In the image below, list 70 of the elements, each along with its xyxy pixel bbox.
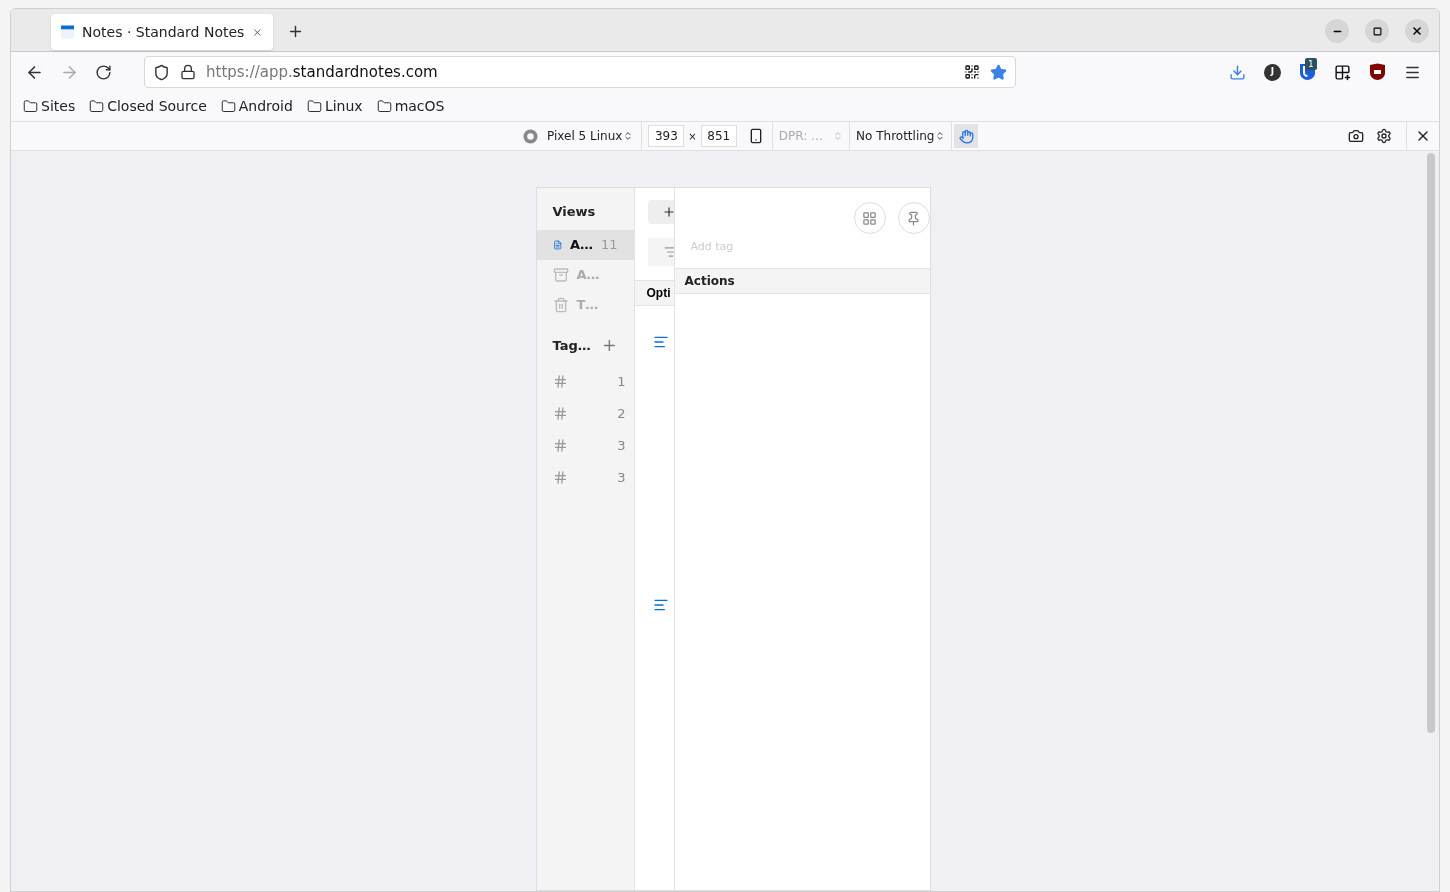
folder-icon [376,99,392,114]
height-field[interactable]: 851 [700,125,737,147]
new-tab-icon[interactable] [287,23,304,40]
tab-favicon-icon [61,24,75,40]
browser-logo-icon [523,128,538,144]
shield-icon[interactable] [153,63,170,81]
avatar-icon[interactable]: J [1264,63,1281,81]
updown-icon [935,131,946,141]
bookmark-item[interactable]: macOS [394,96,445,117]
hash-icon [552,438,568,453]
trash-icon [552,297,569,313]
section-title: Tag… [552,337,591,355]
extension-badge: 1 [1305,58,1317,70]
extensions-icon[interactable] [1334,63,1351,81]
bookmark-item[interactable]: Linux [324,96,363,117]
hash-icon [552,470,568,485]
note-icon [552,237,562,253]
view-count: 11 [600,236,618,255]
url-text: https://app.standardnotes.com [206,61,439,83]
width-field[interactable]: 393 [648,125,685,147]
folder-icon [220,99,236,114]
screenshot-icon[interactable] [1348,128,1364,144]
bookmark-star-icon[interactable] [990,63,1007,81]
times-sign: × [688,129,697,144]
close-button[interactable] [1405,19,1429,43]
pin-icon [906,210,921,226]
updown-icon [833,131,844,141]
shield-extension-icon[interactable] [1369,63,1386,81]
folder-icon [306,99,322,114]
touch-toggle[interactable] [954,124,979,148]
updown-icon [623,131,634,141]
grid-icon [862,210,877,226]
note-icon[interactable] [652,334,669,350]
download-icon[interactable] [1229,63,1246,81]
tag-count: 3 [617,436,626,455]
folder-icon [89,99,105,114]
bookmark-item[interactable]: Sites [41,96,76,117]
address-bar[interactable]: https://app.standardnotes.com [144,56,1016,88]
hand-icon [958,128,974,144]
section-header: Actions [684,273,735,290]
bookmark-item[interactable]: Android [238,96,293,117]
view-item[interactable]: A… 11 [536,230,634,260]
tag-count: 3 [617,468,626,487]
throttling-select[interactable]: No Throttling [850,122,953,150]
device-select[interactable]: Pixel 5 Linux [547,122,643,150]
tag-count: 2 [617,404,626,423]
reload-icon[interactable] [95,63,112,81]
plus-icon [661,205,674,219]
filter-icon [663,245,674,259]
section-title: Views [551,203,597,221]
archive-icon [552,267,569,283]
folder-icon [23,99,38,114]
qr-code-icon[interactable] [964,64,980,80]
hash-icon [552,374,568,389]
maximize-icon [1372,26,1382,36]
tag-count: 1 [617,372,626,391]
lock-icon[interactable] [180,64,196,80]
hash-icon [552,406,568,421]
view-label: A… [576,266,600,285]
tab-title: Notes · Standard Notes [82,22,245,42]
view-label: T… [576,296,599,315]
settings-icon[interactable] [1376,128,1392,144]
scrollbar[interactable] [1427,153,1435,733]
close-icon [1411,25,1423,37]
note-icon[interactable] [652,597,669,613]
browser-tab[interactable]: Notes · Standard Notes [51,14,273,50]
bookmark-item[interactable]: Closed Source [107,96,207,117]
options-header: Opti [646,285,671,302]
view-label: A… [569,236,593,255]
maximize-button[interactable] [1365,19,1389,43]
